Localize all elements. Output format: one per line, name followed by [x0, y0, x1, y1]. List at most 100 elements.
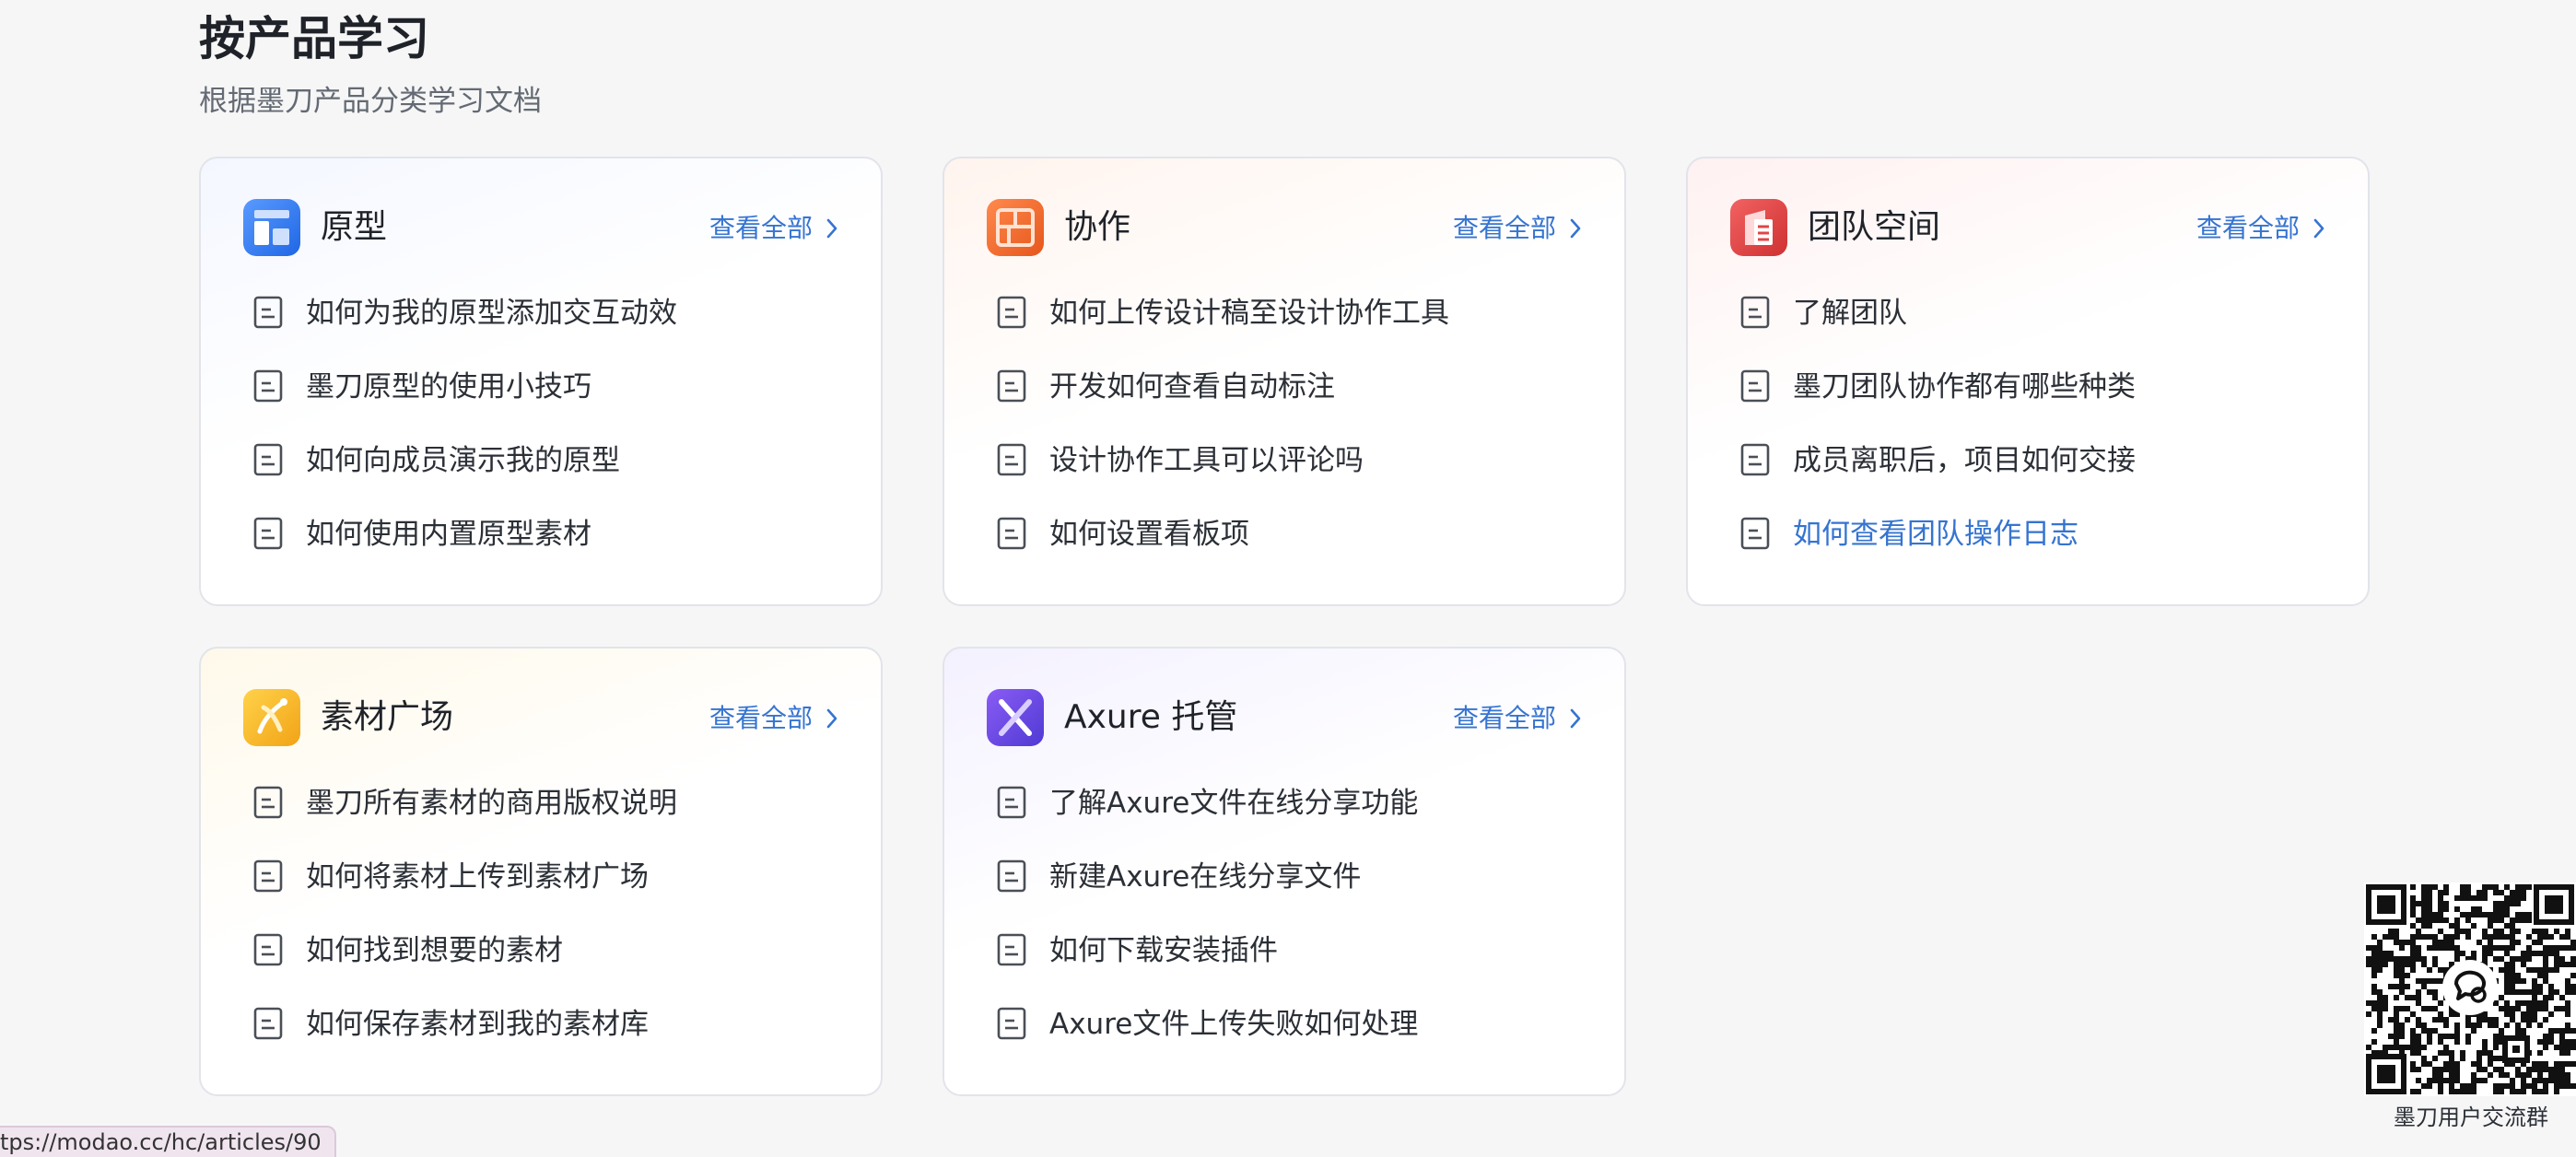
article-title: 开发如何查看自动标注 — [1049, 370, 1335, 403]
chevron-right-icon — [1570, 708, 1581, 729]
document-icon — [997, 933, 1026, 966]
article-link[interactable]: Axure文件上传失败如何处理 — [996, 1007, 1419, 1081]
article-title: 如何保存素材到我的素材库 — [306, 1008, 649, 1041]
document-icon — [1740, 296, 1770, 329]
article-link[interactable]: 墨刀所有素材的商用版权说明 — [252, 786, 677, 860]
article-title: 如何设置看板项 — [1049, 518, 1249, 551]
article-link-hovered[interactable]: 如何查看团队操作日志 — [1739, 517, 2136, 591]
product-card-material-square: 素材广场 查看全部 墨刀所有素材的商用版权说明 如何将素材上传到素材广场 如何找… — [199, 647, 883, 1096]
article-link[interactable]: 如何为我的原型添加交互动效 — [252, 296, 677, 370]
article-list: 了解团队 墨刀团队协作都有哪些种类 成员离职后，项目如何交接 如何查看团队操作日… — [1739, 296, 2136, 591]
document-icon — [253, 369, 283, 403]
article-link[interactable]: 墨刀团队协作都有哪些种类 — [1739, 369, 2136, 444]
view-all-label: 查看全部 — [1452, 213, 1556, 243]
article-title: 了解团队 — [1793, 297, 1907, 330]
article-link[interactable]: 如何使用内置原型素材 — [252, 517, 677, 591]
card-header: 原型 查看全部 — [243, 199, 838, 258]
article-title: 如何下载安装插件 — [1049, 934, 1278, 967]
view-all-link[interactable]: 查看全部 — [709, 210, 838, 247]
article-title: 如何上传设计稿至设计协作工具 — [1049, 297, 1449, 330]
article-list: 如何为我的原型添加交互动效 墨刀原型的使用小技巧 如何向成员演示我的原型 如何使… — [252, 296, 677, 591]
document-icon — [1740, 369, 1770, 403]
document-icon — [997, 443, 1026, 476]
view-all-link[interactable]: 查看全部 — [1453, 700, 1582, 737]
article-link[interactable]: 如何向成员演示我的原型 — [252, 443, 677, 518]
card-header: 团队空间 查看全部 — [1730, 199, 2325, 258]
qr-caption: 墨刀用户交流群 — [2394, 1104, 2548, 1130]
document-icon — [253, 443, 283, 476]
article-title: 如何找到想要的素材 — [306, 934, 563, 967]
card-title: 协作 — [1064, 208, 1131, 246]
view-all-label: 查看全部 — [2195, 213, 2300, 243]
document-icon — [253, 296, 283, 329]
card-title: 原型 — [321, 208, 388, 246]
article-link[interactable]: 如何保存素材到我的素材库 — [252, 1007, 677, 1081]
article-link[interactable]: 开发如何查看自动标注 — [996, 369, 1449, 444]
document-icon — [997, 859, 1026, 893]
article-title: 如何查看团队操作日志 — [1793, 518, 2078, 551]
view-all-link[interactable]: 查看全部 — [709, 700, 838, 737]
article-title: 成员离职后，项目如何交接 — [1793, 444, 2136, 477]
article-title: 新建Axure在线分享文件 — [1049, 860, 1362, 894]
team-space-icon — [1730, 199, 1787, 256]
card-header: 协作 查看全部 — [987, 199, 1582, 258]
article-link[interactable]: 成员离职后，项目如何交接 — [1739, 443, 2136, 518]
chevron-right-icon — [1570, 218, 1581, 239]
document-icon — [997, 786, 1026, 819]
document-icon — [1740, 517, 1770, 550]
chevron-right-icon — [826, 708, 837, 729]
article-title: 了解Axure文件在线分享功能 — [1049, 787, 1419, 820]
view-all-link[interactable]: 查看全部 — [2196, 210, 2325, 247]
article-title: 如何向成员演示我的原型 — [306, 444, 620, 477]
article-title: 如何将素材上传到素材广场 — [306, 860, 649, 894]
material-square-icon — [243, 689, 300, 746]
document-icon — [253, 933, 283, 966]
article-list: 如何上传设计稿至设计协作工具 开发如何查看自动标注 设计协作工具可以评论吗 如何… — [996, 296, 1449, 591]
axure-icon — [987, 689, 1044, 746]
document-icon — [1740, 443, 1770, 476]
article-list: 墨刀所有素材的商用版权说明 如何将素材上传到素材广场 如何找到想要的素材 如何保… — [252, 786, 677, 1081]
document-icon — [253, 1007, 283, 1040]
collaboration-icon — [987, 199, 1044, 256]
card-title: 素材广场 — [321, 698, 454, 736]
article-title: 墨刀团队协作都有哪些种类 — [1793, 370, 2136, 403]
document-icon — [253, 517, 283, 550]
article-link[interactable]: 如何上传设计稿至设计协作工具 — [996, 296, 1449, 370]
section-subtitle: 根据墨刀产品分类学习文档 — [199, 85, 542, 118]
article-link[interactable]: 墨刀原型的使用小技巧 — [252, 369, 677, 444]
chevron-right-icon — [826, 218, 837, 239]
view-all-link[interactable]: 查看全部 — [1453, 210, 1582, 247]
qr-code — [2364, 882, 2576, 1096]
document-icon — [253, 859, 283, 893]
article-title: 墨刀原型的使用小技巧 — [306, 370, 591, 403]
product-card-team-space: 团队空间 查看全部 了解团队 墨刀团队协作都有哪些种类 成员离职后，项目如何交接… — [1686, 157, 2370, 606]
document-icon — [997, 369, 1026, 403]
document-icon — [997, 517, 1026, 550]
product-card-prototype: 原型 查看全部 如何为我的原型添加交互动效 墨刀原型的使用小技巧 如何向成员演示… — [199, 157, 883, 606]
article-link[interactable]: 设计协作工具可以评论吗 — [996, 443, 1449, 518]
prototype-icon — [243, 199, 300, 256]
article-title: 设计协作工具可以评论吗 — [1049, 444, 1364, 477]
section-title: 按产品学习 — [199, 12, 429, 65]
article-title: Axure文件上传失败如何处理 — [1049, 1008, 1419, 1041]
document-icon — [253, 786, 283, 819]
view-all-label: 查看全部 — [708, 703, 813, 733]
view-all-label: 查看全部 — [708, 213, 813, 243]
product-card-collaboration: 协作 查看全部 如何上传设计稿至设计协作工具 开发如何查看自动标注 设计协作工具… — [943, 157, 1626, 606]
status-bar-url: tps://modao.cc/hc/articles/90 — [0, 1126, 336, 1157]
view-all-label: 查看全部 — [1452, 703, 1556, 733]
article-link[interactable]: 如何找到想要的素材 — [252, 933, 677, 1008]
article-title: 墨刀所有素材的商用版权说明 — [306, 787, 677, 820]
article-link[interactable]: 新建Axure在线分享文件 — [996, 859, 1418, 934]
article-link[interactable]: 了解团队 — [1739, 296, 2136, 370]
article-link[interactable]: 如何设置看板项 — [996, 517, 1449, 591]
chevron-right-icon — [2313, 218, 2324, 239]
article-link[interactable]: 如何将素材上传到素材广场 — [252, 859, 677, 934]
article-list: 了解Axure文件在线分享功能 新建Axure在线分享文件 如何下载安装插件 A… — [996, 786, 1419, 1081]
product-card-axure: Axure 托管 查看全部 了解Axure文件在线分享功能 新建Axure在线分… — [943, 647, 1626, 1096]
document-icon — [997, 296, 1026, 329]
article-title: 如何为我的原型添加交互动效 — [306, 297, 677, 330]
article-link[interactable]: 了解Axure文件在线分享功能 — [996, 786, 1419, 860]
article-link[interactable]: 如何下载安装插件 — [996, 933, 1418, 1008]
article-title: 如何使用内置原型素材 — [306, 518, 591, 551]
